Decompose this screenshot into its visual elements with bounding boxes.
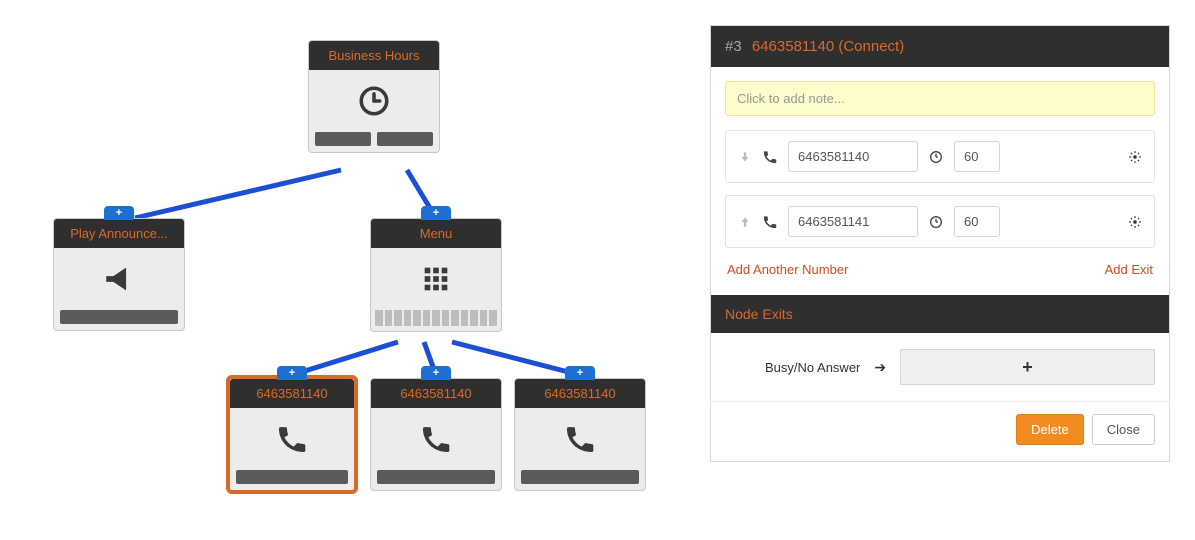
node-title: 6463581140 xyxy=(371,379,501,408)
add-child-tab[interactable]: + xyxy=(565,366,595,380)
exit-label: Busy/No Answer xyxy=(765,360,860,375)
node-title: 6463581140 xyxy=(230,379,354,408)
arrow-up-icon[interactable] xyxy=(738,215,752,229)
phone-icon xyxy=(275,422,309,456)
arrow-right-icon: ➔ xyxy=(874,359,886,376)
panel-index: #3 xyxy=(725,38,742,55)
number-row xyxy=(725,130,1155,183)
phone-icon xyxy=(762,149,778,165)
duration-input[interactable] xyxy=(954,206,1000,237)
phone-input[interactable] xyxy=(788,206,918,237)
node-title: Menu xyxy=(371,219,501,248)
node-connect-1[interactable]: + 6463581140 xyxy=(226,375,358,494)
clock-icon xyxy=(357,84,391,118)
node-exits xyxy=(230,470,354,490)
node-body xyxy=(309,70,439,132)
add-child-tab[interactable]: + xyxy=(277,366,307,380)
exit-slot[interactable] xyxy=(236,470,348,484)
detail-panel: #3 6463581140 (Connect) Click to add not… xyxy=(710,25,1170,462)
menu-exits xyxy=(371,310,501,331)
add-child-tab[interactable]: + xyxy=(421,206,451,220)
add-child-tab[interactable]: + xyxy=(104,206,134,220)
duration-input[interactable] xyxy=(954,141,1000,172)
phone-input[interactable] xyxy=(788,141,918,172)
node-body xyxy=(371,248,501,310)
node-business-hours[interactable]: Business Hours xyxy=(308,40,440,153)
close-button[interactable]: Close xyxy=(1092,414,1155,445)
gear-icon[interactable] xyxy=(1128,150,1142,164)
exit-slot[interactable] xyxy=(377,470,495,484)
node-play-announcement[interactable]: + Play Announce... xyxy=(53,218,185,331)
exit-row: Busy/No Answer ➔ + xyxy=(711,333,1169,401)
arrow-down-icon[interactable] xyxy=(738,150,752,164)
node-exits xyxy=(309,132,439,152)
add-exit-link[interactable]: Add Exit xyxy=(1105,262,1153,277)
node-body xyxy=(54,248,184,310)
node-body xyxy=(515,408,645,470)
number-row xyxy=(725,195,1155,248)
node-exits-header: Node Exits xyxy=(711,295,1169,333)
panel-actions: Delete Close xyxy=(711,401,1169,461)
note-field[interactable]: Click to add note... xyxy=(725,81,1155,116)
add-number-link[interactable]: Add Another Number xyxy=(727,262,848,277)
clock-icon xyxy=(928,149,944,165)
node-menu[interactable]: + Menu xyxy=(370,218,502,332)
link-row: Add Another Number Add Exit xyxy=(725,260,1155,281)
node-connect-2[interactable]: + 6463581140 xyxy=(370,378,502,491)
node-exits xyxy=(515,470,645,490)
exit-slot[interactable] xyxy=(60,310,178,324)
node-title: Business Hours xyxy=(309,41,439,70)
clock-icon xyxy=(928,214,944,230)
node-exits xyxy=(371,470,501,490)
phone-icon xyxy=(419,422,453,456)
phone-icon xyxy=(563,422,597,456)
panel-title: 6463581140 (Connect) xyxy=(752,38,904,55)
megaphone-icon xyxy=(102,262,136,296)
gear-icon[interactable] xyxy=(1128,215,1142,229)
node-exits xyxy=(54,310,184,330)
add-child-tab[interactable]: + xyxy=(421,366,451,380)
node-title: Play Announce... xyxy=(54,219,184,248)
add-exit-button[interactable]: + xyxy=(900,349,1155,385)
exit-slot[interactable] xyxy=(521,470,639,484)
panel-header: #3 6463581140 (Connect) xyxy=(711,26,1169,67)
node-body xyxy=(230,408,354,470)
node-connect-3[interactable]: + 6463581140 xyxy=(514,378,646,491)
node-body xyxy=(371,408,501,470)
node-title: 6463581140 xyxy=(515,379,645,408)
keypad-icon xyxy=(419,262,453,296)
exit-slot[interactable] xyxy=(377,132,433,146)
phone-icon xyxy=(762,214,778,230)
exit-slot[interactable] xyxy=(315,132,371,146)
delete-button[interactable]: Delete xyxy=(1016,414,1084,445)
